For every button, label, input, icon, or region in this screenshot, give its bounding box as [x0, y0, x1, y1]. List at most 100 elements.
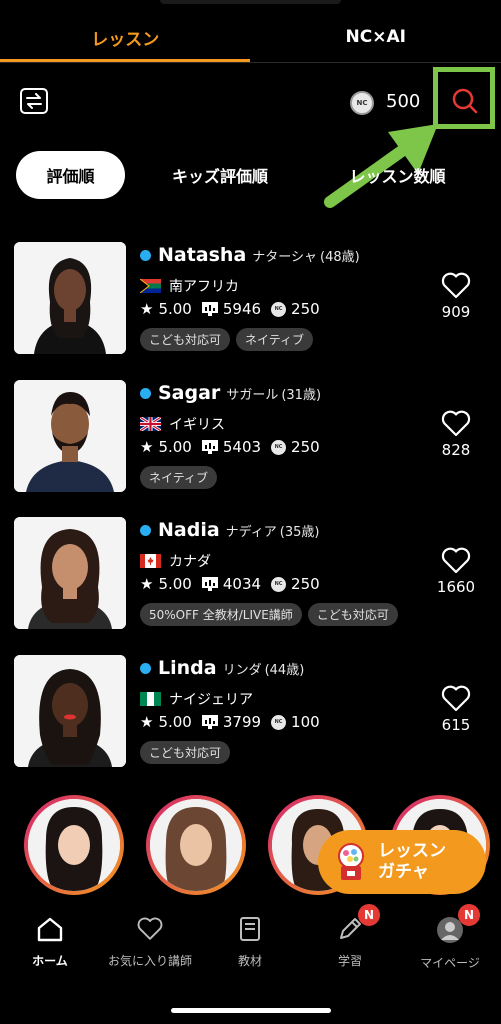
- canada-flag-icon: [140, 554, 161, 568]
- teacher-card[interactable]: Natasha ナターシャ (48歳) 南アフリカ ★ 5.00 5946 NC…: [14, 242, 484, 356]
- teacher-stats: ★ 5.00 5403 NC 250: [140, 438, 330, 456]
- favorite-button[interactable]: 615: [428, 685, 484, 734]
- online-status-icon: [140, 387, 151, 399]
- uk-flag-icon: [140, 417, 161, 431]
- tag-discount: 50%OFF 全教材/LIVE講師: [140, 603, 302, 626]
- nav-favorite-teachers[interactable]: お気に入り講師: [100, 906, 200, 986]
- teacher-kana: サガール: [226, 388, 279, 403]
- nav-label: ホーム: [32, 954, 68, 968]
- favorite-count: 1660: [436, 578, 476, 596]
- teacher-rating: 5.00: [158, 438, 192, 456]
- lesson-gacha-button[interactable]: レッスン ガチャ: [318, 830, 486, 894]
- tab-nc-ai[interactable]: NC×AI: [251, 12, 501, 62]
- teacher-price: 250: [291, 300, 320, 318]
- teacher-country-row: 南アフリカ: [140, 276, 239, 296]
- teacher-tags: こども対応可: [140, 741, 231, 764]
- favorite-button[interactable]: 1660: [428, 547, 484, 596]
- heart-icon: [441, 272, 471, 299]
- lessons-icon: [201, 715, 218, 729]
- teacher-country: カナダ: [169, 554, 211, 570]
- teacher-country-row: カナダ: [140, 551, 211, 571]
- tab-lesson[interactable]: レッスン: [0, 12, 251, 62]
- nav-materials[interactable]: 教材: [200, 906, 300, 986]
- teacher-lesson-count: 5403: [222, 438, 262, 456]
- star-icon: ★: [140, 300, 154, 318]
- nav-study[interactable]: N 学習: [300, 904, 400, 986]
- home-icon: [37, 917, 63, 942]
- teacher-card[interactable]: Sagar サガール (31歳) イギリス ★ 5.00 5403 NC 250…: [14, 380, 484, 494]
- gacha-label: レッスン ガチャ: [378, 840, 446, 882]
- teacher-rating: 5.00: [158, 713, 192, 731]
- teacher-card[interactable]: Nadia ナディア (35歳) カナダ ★ 5.00 4034 NC 250 …: [14, 517, 484, 631]
- teacher-kana: リンダ: [222, 663, 262, 678]
- teacher-photo: [14, 517, 126, 629]
- teacher-lesson-count: 5946: [222, 300, 262, 318]
- teacher-tags: こども対応可 ネイティブ: [140, 328, 314, 351]
- star-icon: ★: [140, 575, 154, 593]
- story-avatar[interactable]: [24, 795, 124, 895]
- lessons-icon: [201, 440, 218, 454]
- heart-icon: [441, 547, 471, 574]
- heart-icon: [441, 410, 471, 437]
- favorite-count: 828: [441, 441, 471, 459]
- teacher-name-row: Linda リンダ (44歳): [140, 657, 304, 679]
- nav-home[interactable]: ホーム: [0, 906, 100, 986]
- nav-mypage[interactable]: N マイページ: [400, 904, 500, 986]
- top-tab-bar: レッスン NC×AI: [0, 12, 501, 62]
- teacher-rating: 5.00: [158, 575, 192, 593]
- teacher-country: ナイジェリア: [169, 692, 253, 708]
- story-avatar[interactable]: [146, 795, 246, 895]
- teacher-photo: [14, 380, 126, 492]
- favorite-count: 615: [441, 716, 471, 734]
- search-button[interactable]: [450, 86, 480, 116]
- search-icon: [452, 88, 478, 114]
- coin-icon: NC: [271, 439, 287, 455]
- teacher-country-row: イギリス: [140, 414, 225, 434]
- teacher-stats: ★ 5.00 3799 NC 100: [140, 713, 330, 731]
- swap-icon: [26, 93, 42, 109]
- switch-view-button[interactable]: [20, 88, 48, 114]
- teacher-age: (35歳): [279, 525, 320, 540]
- favorite-count: 909: [441, 303, 471, 321]
- teacher-name: Linda: [158, 657, 217, 679]
- heart-icon: [441, 685, 471, 712]
- tag-kids-ok: こども対応可: [140, 328, 231, 351]
- teacher-stats: ★ 5.00 5946 NC 250: [140, 300, 330, 318]
- teacher-name: Natasha: [158, 244, 247, 266]
- sort-tab-lesson-count[interactable]: レッスン数順: [330, 151, 465, 199]
- teacher-name-row: Nadia ナディア (35歳): [140, 519, 319, 541]
- lessons-icon: [201, 302, 218, 316]
- coin-icon: NC: [271, 714, 287, 730]
- teacher-country: 南アフリカ: [169, 279, 239, 295]
- star-icon: ★: [140, 713, 154, 731]
- notification-badge: N: [458, 904, 480, 926]
- online-status-icon: [140, 524, 151, 536]
- sort-tab-kids-rating[interactable]: キッズ評価順: [150, 151, 290, 199]
- divider: [0, 62, 501, 63]
- nav-label: 学習: [337, 954, 362, 968]
- teacher-age: (44歳): [264, 663, 305, 678]
- home-indicator: [171, 1008, 331, 1013]
- nav-label: 教材: [237, 954, 262, 968]
- south-africa-flag-icon: [140, 279, 161, 293]
- coin-icon: NC: [271, 576, 287, 592]
- teacher-kana: ナディア: [225, 525, 277, 540]
- coin-balance: 500: [386, 91, 421, 112]
- teacher-photo: [14, 242, 126, 354]
- lessons-icon: [201, 577, 218, 591]
- star-icon: ★: [140, 438, 154, 456]
- favorite-button[interactable]: 828: [428, 410, 484, 459]
- coin-icon: NC: [350, 91, 374, 115]
- favorite-button[interactable]: 909: [428, 272, 484, 321]
- sort-tab-rating[interactable]: 評価順: [16, 151, 125, 199]
- teacher-country-row: ナイジェリア: [140, 689, 253, 709]
- teacher-lesson-count: 3799: [222, 713, 262, 731]
- teacher-rating: 5.00: [158, 300, 192, 318]
- teacher-card[interactable]: Linda リンダ (44歳) ナイジェリア ★ 5.00 3799 NC 10…: [14, 655, 484, 769]
- teacher-kana: ナターシャ: [252, 250, 318, 265]
- coin-icon: NC: [271, 301, 287, 317]
- teacher-tags: ネイティブ: [140, 466, 218, 489]
- nav-label: お気に入り講師: [107, 954, 192, 968]
- gacha-machine-icon: [338, 843, 364, 880]
- status-notch: [160, 0, 341, 4]
